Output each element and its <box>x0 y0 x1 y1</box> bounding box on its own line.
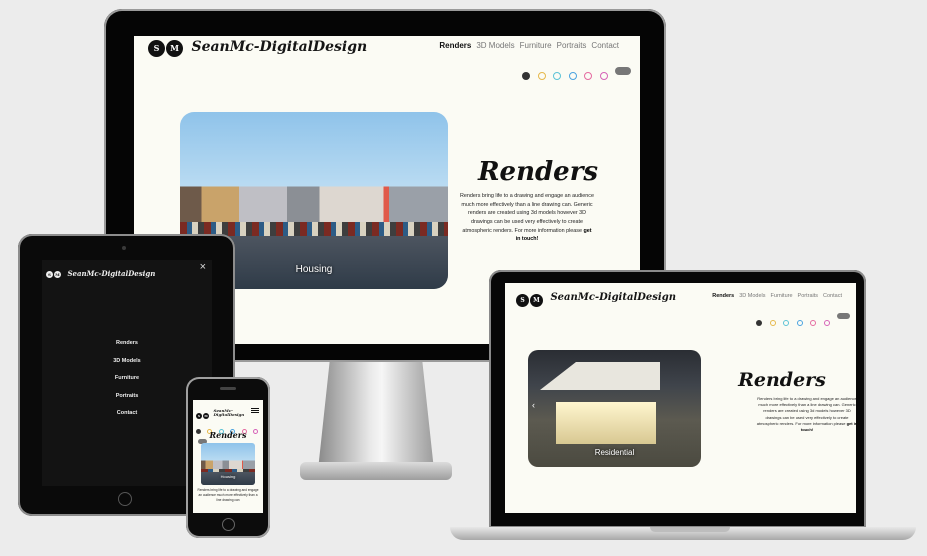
logo-gear-icon: S <box>148 40 165 57</box>
laptop-notch <box>650 527 730 532</box>
logo-gear-icon: S <box>196 413 202 419</box>
mobile-menu-3d-models[interactable]: 3D Models <box>42 353 212 371</box>
laptop-screen: SM SeanMc-DigitalDesign Renders 3D Models… <box>505 283 856 513</box>
theme-dot[interactable] <box>796 320 803 326</box>
nav-portraits[interactable]: Portraits <box>557 41 587 50</box>
site-logo-text: SeanMc-DigitalDesign <box>67 269 156 278</box>
theme-dot[interactable] <box>783 320 790 326</box>
nav-contact[interactable]: Contact <box>591 41 619 50</box>
house-window-graphic <box>556 402 656 444</box>
site-logo-text: SeanMc-DigitalDesign <box>550 292 676 304</box>
logo-gear-icon: M <box>166 40 183 57</box>
tablet-logo[interactable]: SM SeanMc-DigitalDesign <box>46 263 155 281</box>
chevron-left-icon[interactable]: ‹ <box>532 400 535 410</box>
page-heading: Renders <box>738 369 826 391</box>
laptop-nav: Renders 3D Models Furniture Portraits Contac… <box>707 293 842 299</box>
theme-dot[interactable] <box>568 72 577 80</box>
nav-3d-models[interactable]: 3D Models <box>476 41 514 50</box>
site-logo-text: SeanMc-DigitalDesign <box>213 407 245 417</box>
page-heading: Renders <box>477 157 599 187</box>
nav-renders[interactable]: Renders <box>439 41 471 50</box>
phone-home-button <box>222 518 235 531</box>
logo-gear-icon: M <box>54 271 61 278</box>
laptop-theme-picker <box>756 313 850 331</box>
theme-dot[interactable] <box>810 320 817 326</box>
slide-caption: Residential <box>594 448 635 457</box>
phone-logo[interactable]: SM SeanMc-DigitalDesign <box>196 404 245 422</box>
description-text: Renders bring life to a drawing and enga… <box>460 193 594 234</box>
nav-furniture[interactable]: Furniture <box>771 293 793 299</box>
house-roof-graphic <box>540 362 660 390</box>
desktop-logo[interactable]: SM SeanMc-DigitalDesign <box>148 38 367 57</box>
logo-gear-icon: S <box>46 271 53 278</box>
theme-dot[interactable] <box>522 72 531 80</box>
theme-dot[interactable] <box>769 320 776 326</box>
theme-dot[interactable] <box>584 72 593 80</box>
description-text: Renders bring life to a drawing and enga… <box>756 396 856 426</box>
desktop-nav: Renders 3D Models Furniture Portraits Contac… <box>434 41 619 50</box>
logo-gear-icon: S <box>516 294 529 307</box>
tablet-camera <box>122 246 126 250</box>
laptop-logo[interactable]: SM SeanMc-DigitalDesign <box>516 289 676 307</box>
logo-gear-icon: M <box>530 294 543 307</box>
nav-renders[interactable]: Renders <box>712 293 734 299</box>
render-slider-image[interactable]: Housing <box>201 443 255 485</box>
renders-description: Renders bring life to a drawing and enga… <box>460 192 594 244</box>
theme-dot[interactable] <box>599 72 608 80</box>
desktop-monitor-base <box>300 462 452 480</box>
theme-toggle[interactable] <box>615 67 631 75</box>
hamburger-menu-icon[interactable] <box>251 407 259 414</box>
nav-3d-models[interactable]: 3D Models <box>739 293 765 299</box>
nav-contact[interactable]: Contact <box>823 293 842 299</box>
page-heading: Renders <box>209 430 247 440</box>
close-icon[interactable]: × <box>200 261 206 273</box>
render-slider-image[interactable]: Residential ‹ <box>528 350 701 467</box>
site-logo-text: SeanMc-DigitalDesign <box>191 38 368 55</box>
theme-dot[interactable] <box>756 320 763 326</box>
mobile-menu-renders[interactable]: Renders <box>42 335 212 353</box>
theme-dot[interactable] <box>553 72 562 80</box>
renders-description: Renders bring life to a drawing and enga… <box>197 488 259 502</box>
slide-caption: Housing <box>220 474 236 479</box>
logo-gear-icon: M <box>203 413 209 419</box>
theme-dot[interactable] <box>537 72 546 80</box>
tablet-home-button <box>118 492 132 506</box>
desktop-theme-picker <box>522 67 631 85</box>
theme-dot[interactable] <box>823 320 830 326</box>
nav-furniture[interactable]: Furniture <box>520 41 552 50</box>
phone-screen: SM SeanMc-DigitalDesign Renders Housing … <box>193 400 263 513</box>
renders-description: Renders bring life to a drawing and enga… <box>756 396 856 433</box>
nav-portraits[interactable]: Portraits <box>798 293 818 299</box>
desktop-monitor-stand <box>318 362 434 470</box>
theme-toggle[interactable] <box>837 313 850 319</box>
phone-speaker <box>220 387 236 390</box>
